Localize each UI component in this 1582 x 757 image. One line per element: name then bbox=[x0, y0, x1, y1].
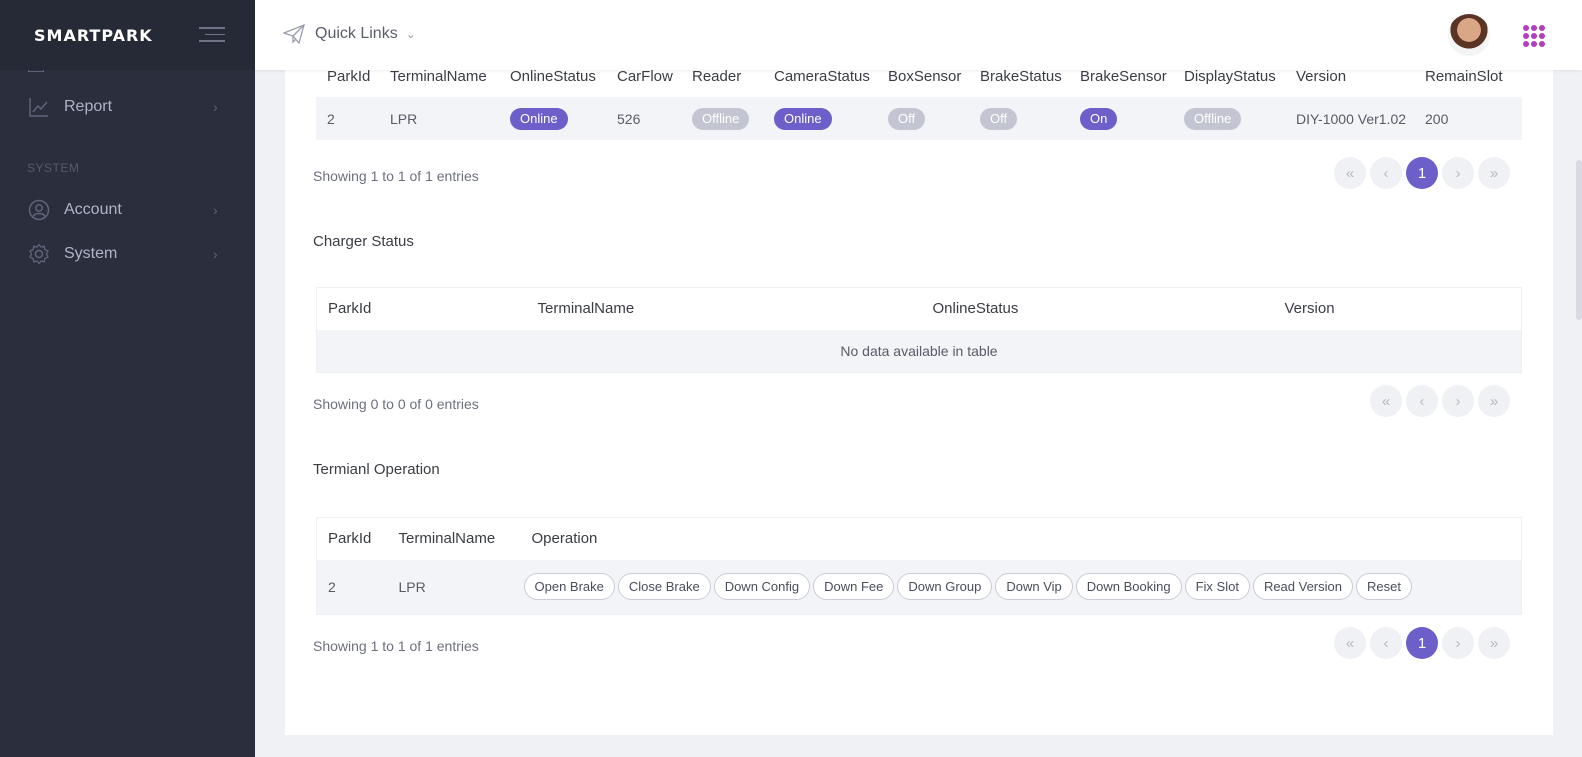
brand-logo: SMARTPARK bbox=[34, 25, 153, 45]
cell-version: DIY-1000 Ver1.02 bbox=[1296, 110, 1407, 127]
pagination: « ‹ 1 › » bbox=[1330, 627, 1510, 659]
cell-camera-status: Online bbox=[763, 97, 877, 140]
fix-slot-button[interactable]: Fix Slot bbox=[1184, 573, 1250, 601]
column-header[interactable]: Version bbox=[1274, 288, 1522, 330]
chevron-right-icon: › bbox=[213, 99, 218, 115]
empty-table-message: No data available in table bbox=[840, 342, 998, 359]
first-page-button[interactable]: « bbox=[1334, 627, 1366, 659]
chart-line-icon bbox=[29, 98, 48, 117]
cell-parkid: 2 bbox=[328, 578, 336, 595]
table-info: Showing 1 to 1 of 1 entries bbox=[313, 638, 479, 654]
sidebar-item-system[interactable]: System › bbox=[0, 234, 255, 274]
table-row: 2 LPR Open Brake Close Brake Down Config Do… bbox=[316, 559, 1522, 615]
status-badge: Off bbox=[980, 107, 1018, 130]
column-header[interactable]: TerminalName bbox=[527, 288, 922, 330]
pagination: « ‹ 1 › » bbox=[1330, 157, 1510, 189]
table-info: Showing 1 to 1 of 1 entries bbox=[313, 168, 479, 184]
apps-grid-icon[interactable] bbox=[1523, 25, 1545, 47]
down-fee-button[interactable]: Down Fee bbox=[813, 573, 895, 601]
status-badge: Offline bbox=[692, 107, 750, 130]
cell-parkid: 2 bbox=[327, 110, 335, 127]
prev-page-button[interactable]: ‹ bbox=[1370, 157, 1402, 189]
cell-remain-slot: 200 bbox=[1425, 110, 1449, 127]
close-brake-button[interactable]: Close Brake bbox=[617, 573, 711, 601]
cell-terminal-name: LPR bbox=[390, 110, 418, 127]
cell-display-status: Offline bbox=[1173, 97, 1285, 140]
first-page-button[interactable]: « bbox=[1334, 157, 1366, 189]
chevron-right-icon: › bbox=[213, 202, 218, 218]
column-header[interactable]: Operation bbox=[521, 518, 1522, 560]
cell-box-sensor: Off bbox=[877, 97, 969, 140]
column-header[interactable]: OnlineStatus bbox=[922, 288, 1274, 330]
page-button[interactable]: 1 bbox=[1406, 627, 1438, 659]
column-header[interactable]: TerminalName bbox=[388, 518, 521, 560]
column-header[interactable]: ParkId bbox=[317, 288, 527, 330]
last-page-button[interactable]: » bbox=[1478, 385, 1510, 417]
page-button[interactable]: 1 bbox=[1406, 157, 1438, 189]
paper-plane-icon bbox=[283, 24, 305, 44]
chevron-right-icon: › bbox=[213, 246, 218, 262]
cell-brake-status: Off bbox=[969, 97, 1069, 140]
down-booking-button[interactable]: Down Booking bbox=[1075, 573, 1182, 601]
status-badge: Off bbox=[888, 107, 926, 130]
chevron-down-icon: ⌄ bbox=[405, 27, 416, 41]
charger-status-table: ParkId TerminalName OnlineStatus Version… bbox=[316, 287, 1522, 373]
status-badge: Online bbox=[510, 107, 568, 130]
gear-icon bbox=[29, 243, 49, 265]
next-page-button[interactable]: › bbox=[1442, 157, 1474, 189]
quick-links-label: Quick Links bbox=[315, 25, 398, 42]
section-title-operation: Termianl Operation bbox=[313, 461, 440, 478]
prev-page-button[interactable]: ‹ bbox=[1406, 385, 1438, 417]
first-page-button[interactable]: « bbox=[1370, 385, 1402, 417]
status-badge: Online bbox=[774, 107, 832, 130]
sidebar-section-label: SYSTEM bbox=[27, 161, 80, 175]
down-config-button[interactable]: Down Config bbox=[713, 573, 811, 601]
prev-page-button[interactable]: ‹ bbox=[1370, 627, 1402, 659]
cell-reader: Offline bbox=[681, 97, 763, 140]
content-card: ParkId TerminalName OnlineStatus CarFlow… bbox=[285, 0, 1553, 735]
reset-button[interactable]: Reset bbox=[1356, 573, 1412, 601]
cell-online-status: Online bbox=[499, 97, 606, 140]
last-page-button[interactable]: » bbox=[1478, 627, 1510, 659]
last-page-button[interactable]: » bbox=[1478, 157, 1510, 189]
table-header-row: ParkId TerminalName OnlineStatus Version bbox=[317, 288, 1522, 330]
sidebar-item-label: Report bbox=[64, 98, 113, 115]
topbar: Quick Links ⌄ bbox=[255, 0, 1582, 70]
table-header-row: ParkId TerminalName Operation bbox=[317, 518, 1522, 560]
quick-links-dropdown[interactable]: Quick Links ⌄ bbox=[283, 24, 416, 44]
sidebar-item-label: Account bbox=[64, 201, 122, 218]
table-row: No data available in table bbox=[316, 329, 1522, 373]
column-header[interactable]: ParkId bbox=[317, 518, 388, 560]
cell-brake-sensor: On bbox=[1069, 97, 1173, 140]
status-badge: On bbox=[1080, 107, 1118, 130]
sidebar-item-label: System bbox=[64, 245, 118, 262]
sidebar: SMARTPARK Report › SYSTEM Account › Syst… bbox=[0, 0, 255, 757]
sidebar-item-report[interactable]: Report › bbox=[0, 87, 255, 127]
read-version-button[interactable]: Read Version bbox=[1252, 573, 1353, 601]
avatar[interactable] bbox=[1448, 14, 1490, 56]
cell-carflow: 526 bbox=[617, 110, 641, 127]
scrollbar[interactable] bbox=[1576, 160, 1582, 320]
menu-toggle-icon[interactable] bbox=[199, 27, 225, 43]
sidebar-item-account[interactable]: Account › bbox=[0, 190, 255, 230]
cell-terminal-name: LPR bbox=[398, 578, 426, 595]
next-page-button[interactable]: › bbox=[1442, 385, 1474, 417]
table-info: Showing 0 to 0 of 0 entries bbox=[313, 396, 479, 412]
brand-bar: SMARTPARK bbox=[0, 0, 255, 70]
open-brake-button[interactable]: Open Brake bbox=[523, 573, 615, 601]
down-group-button[interactable]: Down Group bbox=[897, 573, 993, 601]
down-vip-button[interactable]: Down Vip bbox=[995, 573, 1073, 601]
table-row: 2 LPR Online 526 Offline Online Off Off … bbox=[316, 97, 1522, 140]
section-title-charger: Charger Status bbox=[313, 233, 414, 250]
pagination: « ‹ › » bbox=[1366, 385, 1510, 417]
terminal-operation-table: ParkId TerminalName Operation 2 LPR Open… bbox=[316, 517, 1522, 615]
user-circle-icon bbox=[28, 199, 50, 221]
next-page-button[interactable]: › bbox=[1442, 627, 1474, 659]
cell-operations: Open Brake Close Brake Down Config Down Fee… bbox=[521, 560, 1522, 615]
status-badge: Offline bbox=[1184, 107, 1242, 130]
